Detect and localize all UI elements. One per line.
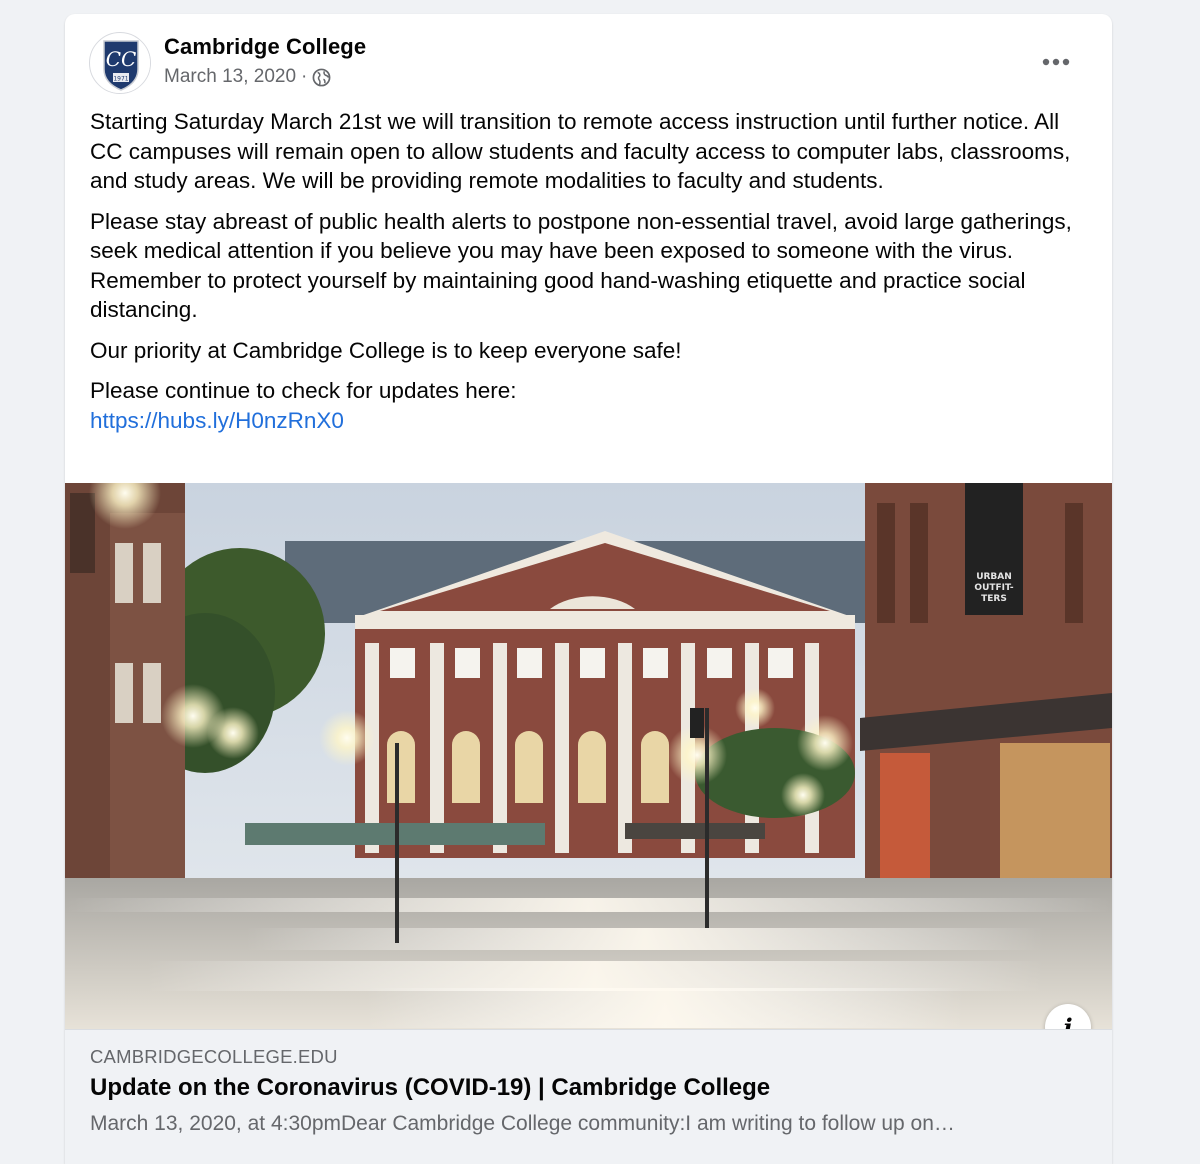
link-preview-image[interactable]: URBAN OUTFIT- TERS — [65, 483, 1112, 1029]
avatar-year: 1971 — [113, 76, 128, 83]
page-name-link[interactable]: Cambridge College — [164, 34, 366, 60]
globe-icon[interactable] — [312, 68, 331, 87]
post-paragraph: Our priority at Cambridge College is to … — [90, 337, 682, 363]
post-meta: March 13, 2020 · — [164, 66, 331, 88]
store-sign-line: TERS — [981, 594, 1007, 604]
facebook-post: CC 1971 Cambridge College March 13, 2020… — [65, 14, 1112, 1164]
store-sign-line: OUTFIT- — [974, 583, 1013, 593]
post-date[interactable]: March 13, 2020 — [164, 66, 296, 88]
updates-text: Please continue to check for updates her… — [90, 378, 517, 403]
post-paragraph-updates: Please continue to check for updates her… — [90, 376, 1090, 435]
link-preview-title[interactable]: Update on the Coronavirus (COVID-19) | C… — [90, 1074, 770, 1102]
avatar-monogram: CC — [106, 47, 137, 71]
post-paragraph: Please stay abreast of public health ale… — [90, 208, 1072, 323]
street-scene-photo: URBAN OUTFIT- TERS — [65, 483, 1112, 1029]
more-options-button[interactable] — [1034, 46, 1078, 78]
updates-link[interactable]: https://hubs.ly/H0nzRnX0 — [90, 406, 1090, 436]
page-avatar[interactable]: CC 1971 — [89, 32, 151, 94]
post-body: Starting Saturday March 21st we will tra… — [90, 107, 1090, 435]
link-preview-description: March 13, 2020, at 4:30pmDear Cambridge … — [90, 1112, 955, 1135]
post-paragraph: Starting Saturday March 21st we will tra… — [90, 109, 1071, 193]
link-preview-card[interactable]: CAMBRIDGECOLLEGE.EDU Update on the Coron… — [65, 1029, 1112, 1164]
post-header: CC 1971 Cambridge College March 13, 2020… — [89, 32, 1088, 94]
meta-separator: · — [301, 66, 308, 87]
college-shield-logo: CC 1971 — [91, 34, 150, 93]
link-preview-domain: CAMBRIDGECOLLEGE.EDU — [90, 1046, 338, 1067]
more-options-icon — [1042, 58, 1070, 66]
store-sign-line: URBAN — [976, 572, 1012, 582]
